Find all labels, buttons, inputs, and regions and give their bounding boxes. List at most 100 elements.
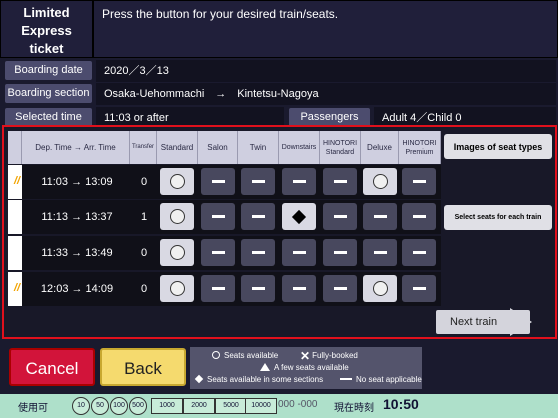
boarding-date-label: Boarding date	[5, 61, 92, 80]
seat-not-applicable	[323, 239, 357, 266]
circle-icon	[169, 281, 185, 296]
dash-icon	[211, 251, 225, 254]
header-twin: Twin	[238, 131, 279, 164]
legend-some-sections-text: Seats available in some sections	[207, 375, 324, 384]
seat-available-button[interactable]	[160, 275, 194, 302]
seat-available-button[interactable]	[160, 168, 194, 195]
seat-not-applicable	[282, 275, 316, 302]
train-time: 11:03 → 13:09	[41, 176, 113, 188]
note-1000: 1000	[151, 398, 183, 414]
dash-icon	[373, 251, 387, 254]
current-time: 10:50	[383, 396, 419, 412]
circle-icon	[169, 209, 185, 224]
dash-icon	[211, 180, 225, 183]
circle-icon	[212, 351, 220, 359]
back-button[interactable]: Back	[100, 348, 186, 386]
header-transfer: Transfer	[130, 131, 157, 164]
legend-few: A few seats available	[260, 363, 349, 372]
seat-not-applicable	[241, 275, 275, 302]
circle-icon	[169, 174, 185, 189]
seat-not-applicable	[323, 275, 357, 302]
dash-icon	[333, 287, 347, 290]
legend-fully-booked-text: Fully-booked	[312, 351, 358, 360]
seat-not-applicable	[241, 168, 275, 195]
seat-not-applicable	[201, 168, 235, 195]
dash-icon	[340, 378, 352, 380]
circle-icon	[169, 245, 185, 260]
diamond-icon	[291, 209, 307, 224]
change-display: 000 -000	[278, 399, 318, 410]
dash-icon	[251, 215, 265, 218]
seat-not-applicable	[201, 203, 235, 230]
boarding-section-value: Osaka-Uehommachi → Kintetsu-Nagoya	[96, 83, 556, 105]
legend-no-seat: No seat applicable	[340, 375, 422, 384]
instruction-text: Press the button for your desired train/…	[93, 0, 558, 58]
dash-icon	[292, 251, 306, 254]
train-logo: //	[8, 272, 22, 306]
seat-available-button[interactable]	[363, 275, 397, 302]
cross-icon: ✕	[300, 349, 311, 363]
train-transfer: 0	[140, 283, 148, 295]
dash-icon	[412, 215, 426, 218]
seat-not-applicable	[323, 203, 357, 230]
legend-fully-booked: ✕ Fully-booked	[300, 349, 358, 363]
dash-icon	[211, 287, 225, 290]
seat-not-applicable	[201, 239, 235, 266]
images-of-seat-types-button[interactable]: Images of seat types	[444, 134, 552, 159]
dash-icon	[333, 251, 347, 254]
select-seats-each-train-button[interactable]: Select seats for each train	[444, 205, 552, 230]
cancel-button[interactable]: Cancel	[9, 348, 95, 386]
dash-icon	[333, 180, 347, 183]
header-hinotori-premium: HINOTORI Premium	[399, 131, 441, 164]
train-logo-icon: //	[14, 175, 21, 187]
legend-no-seat-text: No seat applicable	[356, 375, 422, 384]
note-2000: 2000	[183, 398, 215, 414]
coin-10: 10	[72, 397, 90, 415]
legend-available: Seats available	[212, 351, 278, 360]
seat-available-button[interactable]	[160, 239, 194, 266]
train-time: 11:33 → 13:49	[41, 247, 113, 259]
header-blank	[8, 131, 22, 164]
note-5000: 5000	[215, 398, 247, 414]
coin-50: 50	[91, 397, 109, 415]
train-transfer: 0	[140, 247, 148, 259]
triangle-icon	[260, 363, 270, 371]
train-time: 11:13 → 13:37	[41, 211, 113, 223]
seat-not-applicable	[241, 239, 275, 266]
train-logo	[8, 236, 22, 270]
dash-icon	[412, 180, 426, 183]
page-title-line: Express	[21, 23, 72, 38]
seat-not-applicable	[282, 168, 316, 195]
header-dep-arr: Dep. Time → Arr. Time	[22, 131, 130, 164]
train-transfer: 0	[140, 176, 148, 188]
header-deluxe: Deluxe	[361, 131, 399, 164]
note-10000: 10000	[245, 398, 277, 414]
seat-available-button[interactable]	[363, 168, 397, 195]
seat-not-applicable	[323, 168, 357, 195]
train-logo	[8, 200, 22, 234]
diamond-icon	[194, 374, 204, 384]
dash-icon	[211, 215, 225, 218]
dash-icon	[292, 287, 306, 290]
seat-not-applicable	[402, 168, 436, 195]
seat-not-applicable	[402, 275, 436, 302]
page-title-line: ticket	[29, 41, 64, 56]
boarding-date-value: 2020／3／13	[96, 60, 556, 82]
seat-not-applicable	[402, 239, 436, 266]
seat-not-applicable	[363, 239, 397, 266]
circle-icon	[372, 281, 388, 296]
dash-icon	[251, 180, 265, 183]
next-arrow-icon[interactable]	[510, 308, 532, 336]
seat-not-applicable	[402, 203, 436, 230]
page-title: Limited Express ticket	[0, 0, 93, 58]
train-transfer: 1	[140, 211, 148, 223]
seat-not-applicable	[201, 275, 235, 302]
train-time: 12:03 → 14:09	[40, 283, 114, 295]
payment-footer: 使用可 10 50 100 500 1000 2000 5000 10000 0…	[0, 394, 558, 418]
seat-some-sections-button[interactable]	[282, 203, 316, 230]
seat-not-applicable	[241, 203, 275, 230]
seat-available-button[interactable]	[160, 203, 194, 230]
legend-few-text: A few seats available	[274, 363, 349, 372]
dash-icon	[412, 287, 426, 290]
page-title-line: Limited	[23, 5, 70, 20]
